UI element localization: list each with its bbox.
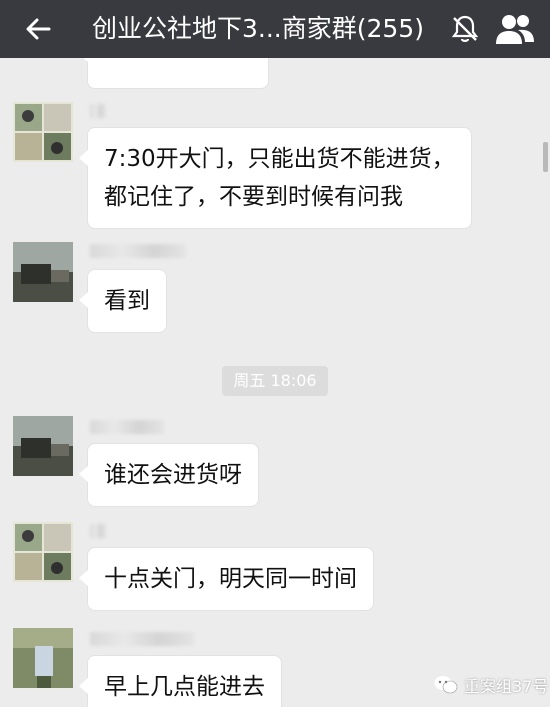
- avatar[interactable]: [13, 102, 73, 162]
- back-button[interactable]: [18, 9, 58, 49]
- message-bubble: 早上几点能进去: [79, 656, 281, 707]
- wechat-icon: [434, 676, 458, 694]
- message-bubble: 看到: [79, 270, 166, 332]
- message-bubble-partial: [79, 58, 268, 88]
- group-members-icon[interactable]: [494, 10, 536, 48]
- message-bubble: 谁还会进货呀: [79, 444, 258, 506]
- sender-name: [90, 104, 106, 118]
- message-bubble: 7:30开大门，只能出货不能进货， 都记住了，不要到时候有问我: [79, 128, 471, 228]
- sender-name: [90, 524, 106, 538]
- sender-name: [90, 632, 194, 646]
- avatar[interactable]: [13, 628, 73, 688]
- avatar[interactable]: [13, 522, 73, 582]
- watermark: 重案组37号: [434, 672, 548, 698]
- sender-name: [90, 244, 186, 258]
- watermark-text: 重案组37号: [464, 677, 549, 696]
- time-divider: 周五 18:06: [222, 366, 328, 396]
- chat-header: 创业公社地下3...商家群(255): [0, 0, 550, 58]
- chat-area[interactable]: 7:30开大门，只能出货不能进货， 都记住了，不要到时候有问我 看到 周五 18…: [0, 58, 550, 707]
- back-arrow-icon: [26, 18, 51, 40]
- avatar[interactable]: [13, 416, 73, 476]
- avatar[interactable]: [13, 242, 73, 302]
- sender-name: [90, 420, 164, 434]
- chat-title: 创业公社地下3...商家群(255): [92, 14, 424, 43]
- muted-bell-icon: [451, 15, 479, 42]
- message-bubble: 十点关门，明天同一时间: [79, 548, 373, 610]
- scrollbar[interactable]: [543, 142, 548, 172]
